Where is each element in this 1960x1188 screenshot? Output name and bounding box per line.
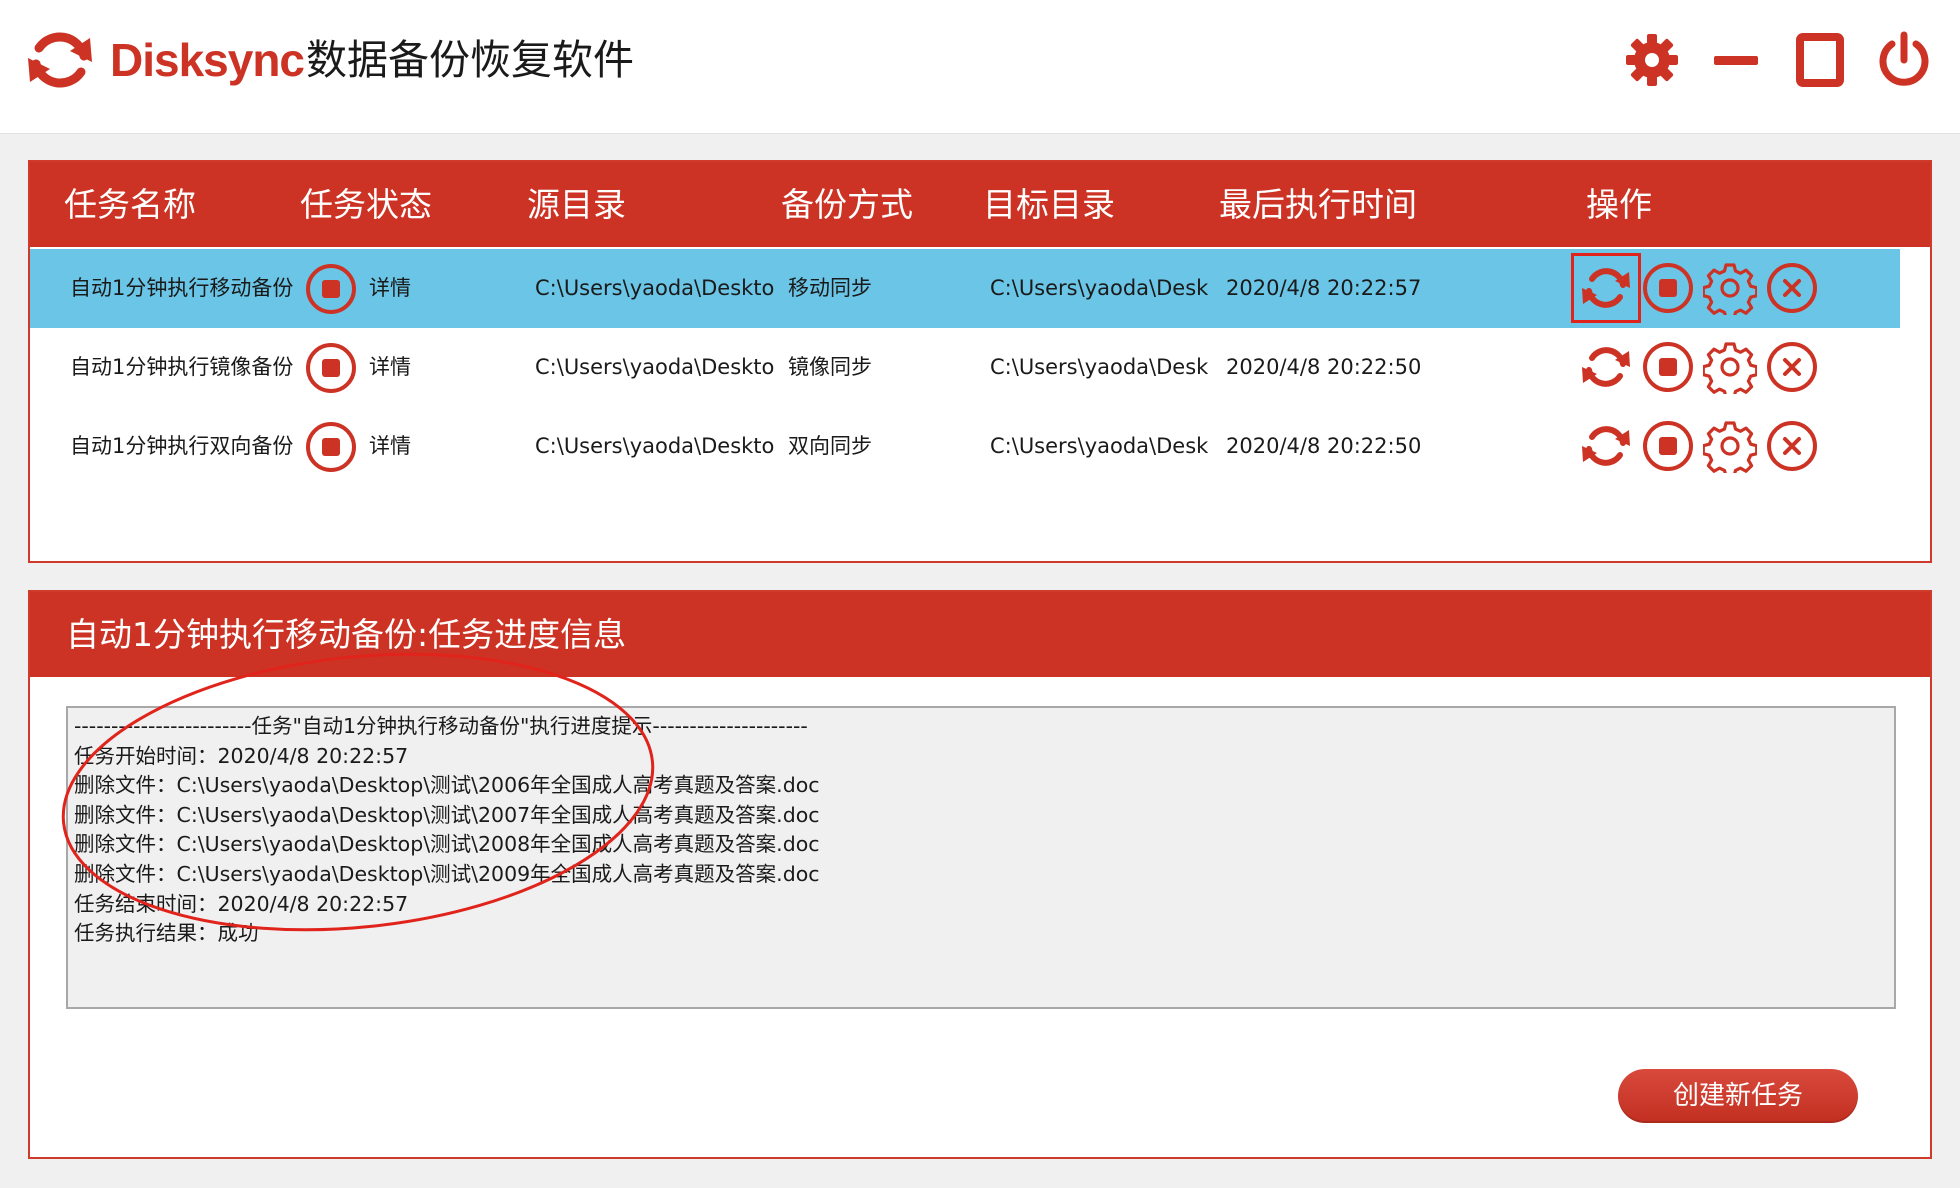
task-status-stop-icon[interactable]: [304, 341, 358, 395]
log-line: 任务开始时间：2020/4/8 20:22:57: [74, 743, 409, 768]
column-header-target-dir: 目标目录: [983, 185, 1115, 224]
title-bar: Disksync 数据备份恢复软件: [0, 0, 1960, 134]
stop-icon: [1641, 261, 1695, 315]
column-header-last-run: 最后执行时间: [1219, 185, 1417, 224]
column-header-backup-method: 备份方式: [781, 185, 913, 224]
delete-icon: [1765, 419, 1819, 473]
progress-log[interactable]: ------------------------任务"自动1分钟执行移动备份"执…: [66, 706, 1896, 1009]
settings-icon: [1703, 261, 1757, 315]
column-header-task-status: 任务状态: [300, 185, 432, 224]
disksync-logo-icon: [26, 26, 94, 94]
source-dir: C:\Users\yaoda\Deskto: [535, 355, 775, 379]
table-row[interactable]: 自动1分钟执行移动备份 详情 C:\Users\yaoda\Deskto 移动同步 C:…: [30, 249, 1900, 328]
backup-method: 双向同步: [788, 434, 872, 458]
last-run-time: 2020/4/8 20:22:57: [1226, 276, 1422, 300]
task-settings-button[interactable]: [1703, 261, 1757, 315]
log-line: 删除文件：C:\Users\yaoda\Desktop\测试\2008年全国成人…: [74, 832, 820, 857]
minimize-icon[interactable]: [1706, 30, 1766, 90]
log-line: 任务结束时间：2020/4/8 20:22:57: [74, 891, 409, 916]
log-line: ------------------------任务"自动1分钟执行移动备份"执…: [74, 714, 808, 738]
delete-icon: [1765, 261, 1819, 315]
details-link[interactable]: 详情: [369, 249, 411, 328]
source-dir: C:\Users\yaoda\Deskto: [535, 276, 775, 300]
task-status-stop-icon[interactable]: [304, 420, 358, 474]
source-dir: C:\Users\yaoda\Deskto: [535, 434, 775, 458]
sync-icon: [1579, 340, 1633, 394]
task-name: 自动1分钟执行双向备份: [70, 434, 294, 458]
task-name: 自动1分钟执行移动备份: [70, 276, 294, 300]
table-row[interactable]: 自动1分钟执行镜像备份 详情 C:\Users\yaoda\Deskto 镜像同步 C:…: [30, 328, 1900, 407]
column-header-source-dir: 源目录: [527, 185, 626, 224]
sync-icon: [1579, 419, 1633, 473]
column-header-task-name: 任务名称: [64, 185, 196, 224]
settings-icon: [1703, 419, 1757, 473]
power-icon[interactable]: [1874, 30, 1934, 90]
target-dir: C:\Users\yaoda\Desk: [990, 434, 1209, 458]
task-settings-button[interactable]: [1703, 419, 1757, 473]
log-line: 删除文件：C:\Users\yaoda\Desktop\测试\2006年全国成人…: [74, 773, 820, 798]
target-dir: C:\Users\yaoda\Desk: [990, 276, 1209, 300]
details-link[interactable]: 详情: [369, 328, 411, 407]
progress-title: 自动1分钟执行移动备份:任务进度信息: [30, 592, 1930, 677]
column-header-operations: 操作: [1586, 185, 1652, 224]
task-table-panel: 任务名称 任务状态 源目录 备份方式 目标目录 最后执行时间 操作 自动1分钟执…: [28, 160, 1932, 563]
delete-task-button[interactable]: [1765, 261, 1819, 315]
backup-method: 镜像同步: [788, 355, 872, 379]
stop-task-button[interactable]: [1641, 261, 1695, 315]
details-link[interactable]: 详情: [369, 407, 411, 486]
table-header: 任务名称 任务状态 源目录 备份方式 目标目录 最后执行时间 操作: [30, 162, 1930, 247]
settings-icon: [1703, 340, 1757, 394]
settings-gear-icon[interactable]: [1622, 30, 1682, 90]
delete-task-button[interactable]: [1765, 419, 1819, 473]
delete-icon: [1765, 340, 1819, 394]
sync-icon: [1579, 261, 1633, 315]
last-run-time: 2020/4/8 20:22:50: [1226, 355, 1422, 379]
task-settings-button[interactable]: [1703, 340, 1757, 394]
log-line: 任务执行结果：成功: [74, 921, 259, 946]
brand-name: Disksync: [110, 34, 305, 86]
stop-icon: [1641, 419, 1695, 473]
maximize-icon[interactable]: [1790, 30, 1850, 90]
last-run-time: 2020/4/8 20:22:50: [1226, 434, 1422, 458]
stop-task-button[interactable]: [1641, 419, 1695, 473]
task-name: 自动1分钟执行镜像备份: [70, 355, 294, 379]
sync-now-button[interactable]: [1571, 253, 1641, 323]
sync-now-button[interactable]: [1579, 340, 1633, 394]
app-title: 数据备份恢复软件: [306, 36, 634, 84]
stop-task-button[interactable]: [1641, 340, 1695, 394]
task-status-stop-icon[interactable]: [304, 262, 358, 316]
stop-icon: [1641, 340, 1695, 394]
backup-method: 移动同步: [788, 276, 872, 300]
sync-now-button[interactable]: [1579, 419, 1633, 473]
create-new-task-button[interactable]: 创建新任务: [1618, 1069, 1858, 1123]
log-line: 删除文件：C:\Users\yaoda\Desktop\测试\2009年全国成人…: [74, 861, 820, 886]
log-line: 删除文件：C:\Users\yaoda\Desktop\测试\2007年全国成人…: [74, 802, 820, 827]
delete-task-button[interactable]: [1765, 340, 1819, 394]
progress-panel: 自动1分钟执行移动备份:任务进度信息 ---------------------…: [28, 590, 1932, 1159]
table-row[interactable]: 自动1分钟执行双向备份 详情 C:\Users\yaoda\Deskto 双向同步 C:…: [30, 407, 1900, 486]
target-dir: C:\Users\yaoda\Desk: [990, 355, 1209, 379]
